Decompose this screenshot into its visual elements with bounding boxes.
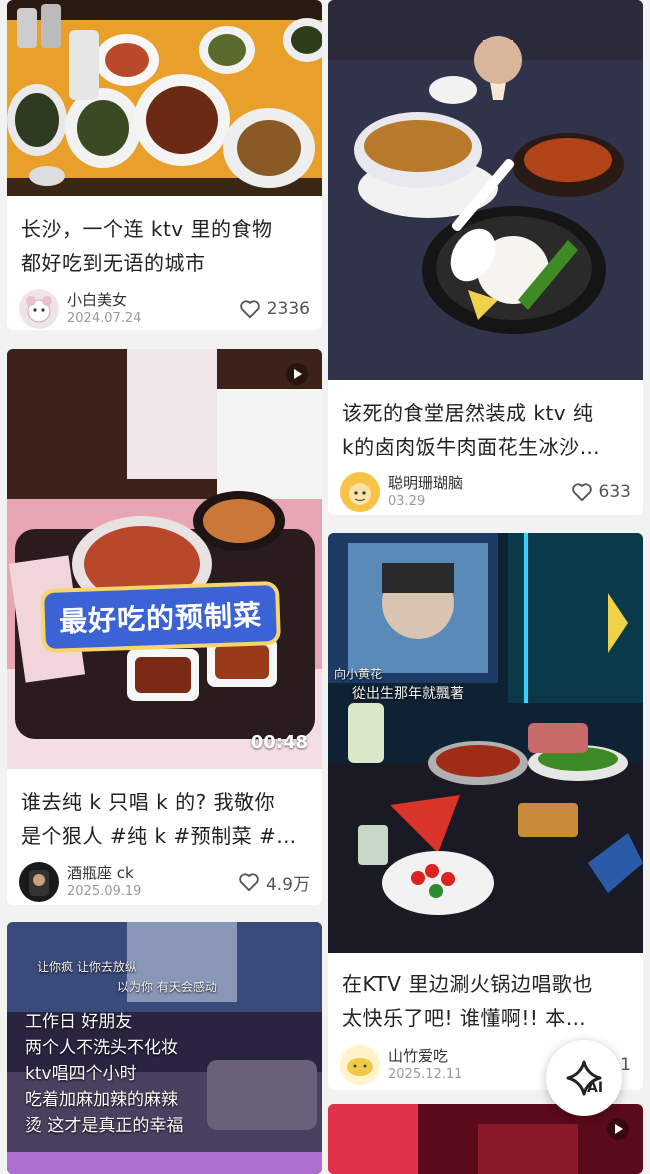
note-title-line: 长沙，一个连 ktv 里的食物 <box>21 217 273 241</box>
cover-image[interactable]: 最好吃的预制菜 00:48 <box>7 349 322 769</box>
note-card[interactable] <box>328 1104 643 1174</box>
lyric-text: 向小黄花 <box>334 667 383 681</box>
play-icon <box>607 1118 629 1140</box>
cover-caption-line: 工作日 好朋友 <box>25 1012 133 1032</box>
lyric-text: 让你疯 让你去放纵 <box>37 960 137 974</box>
cover-caption-line: ktv唱四个小时 <box>25 1064 137 1084</box>
note-card[interactable]: 從出生那年就飄著 向小黄花 在KTV 里边涮火锅边唱歌也 太快乐了吧! 谁懂啊!… <box>328 533 643 1090</box>
like-count: 2336 <box>266 299 310 319</box>
note-title[interactable]: 长沙，一个连 ktv 里的食物 都好吃到无语的城市 <box>21 212 310 280</box>
note-card[interactable]: 让你疯 让你去放纵 以为你 有天会感动 工作日 好朋友 两个人不洗头不化妆 kt… <box>7 922 322 1174</box>
note-meta: 酒瓶座 ck 2025.09.19 4.9万 <box>19 862 310 902</box>
post-date: 2024.07.24 <box>67 311 142 326</box>
avatar[interactable] <box>19 862 59 902</box>
author-name[interactable]: 山竹爱吃 <box>388 1045 448 1066</box>
note-title[interactable]: 该死的食堂居然装成 ktv 纯 k的卤肉饭牛肉面花生冰沙… <box>342 396 631 464</box>
play-icon <box>286 363 308 385</box>
avatar[interactable] <box>340 1045 380 1085</box>
lyric-text: 從出生那年就飄著 <box>352 686 464 702</box>
cover-caption-line: 烫 这才是真正的幸福 <box>25 1116 184 1136</box>
cover-image[interactable] <box>7 0 322 196</box>
food-tray-photo <box>7 349 322 769</box>
ktv-photo <box>328 1104 643 1174</box>
note-title[interactable]: 谁去纯 k 只唱 k 的? 我敬你 是个狠人 #纯 k #预制菜 #… <box>21 785 310 853</box>
video-duration: 00:48 <box>250 732 308 753</box>
post-date: 2025.12.11 <box>388 1067 463 1082</box>
like-count: 633 <box>598 482 631 502</box>
note-title-line: 太快乐了吧! 谁懂啊!! 本… <box>342 1006 587 1030</box>
ktv-hotpot-photo <box>328 533 643 953</box>
note-title-line: 谁去纯 k 只唱 k 的? 我敬你 <box>21 790 276 814</box>
note-card[interactable]: 该死的食堂居然装成 ktv 纯 k的卤肉饭牛肉面花生冰沙… 聪明珊瑚脑 03.2… <box>328 0 643 515</box>
ai-assistant-button[interactable]: AI <box>546 1040 622 1116</box>
note-title-line: 在KTV 里边涮火锅边唱歌也 <box>342 972 593 996</box>
heart-icon <box>571 483 592 502</box>
cover-image[interactable]: 從出生那年就飄著 向小黄花 <box>328 533 643 953</box>
like-count: 1 <box>620 1055 631 1075</box>
ktv-meal-photo <box>328 0 643 380</box>
note-title-line: 都好吃到无语的城市 <box>21 251 206 275</box>
note-meta: 小白美女 2024.07.24 2336 <box>19 289 310 329</box>
post-date: 2025.09.19 <box>67 884 142 899</box>
lyric-text: 以为你 有天会感动 <box>117 980 217 994</box>
heart-icon <box>239 300 260 319</box>
note-card[interactable]: 长沙，一个连 ktv 里的食物 都好吃到无语的城市 小白美女 2024.07.2… <box>7 0 322 330</box>
cover-image[interactable] <box>328 0 643 380</box>
author-name[interactable]: 小白美女 <box>67 289 127 310</box>
like-button[interactable]: 633 <box>571 480 631 504</box>
avatar[interactable] <box>19 289 59 329</box>
like-button[interactable]: 2336 <box>239 297 310 321</box>
heart-icon <box>239 873 259 892</box>
note-title-line: 是个狠人 #纯 k #预制菜 #… <box>21 824 297 848</box>
cover-image[interactable] <box>328 1104 643 1174</box>
like-button[interactable]: 4.9万 <box>238 870 310 895</box>
author-name[interactable]: 聪明珊瑚脑 <box>388 472 463 493</box>
food-table-photo <box>7 0 322 196</box>
ai-label: AI <box>587 1080 604 1096</box>
author-name[interactable]: 酒瓶座 ck <box>67 862 134 883</box>
note-title-line: k的卤肉饭牛肉面花生冰沙… <box>342 435 601 459</box>
note-title[interactable]: 在KTV 里边涮火锅边唱歌也 太快乐了吧! 谁懂啊!! 本… <box>342 967 631 1035</box>
cover-caption-line: 两个人不洗头不化妆 <box>25 1038 178 1058</box>
avatar[interactable] <box>340 472 380 512</box>
like-count: 4.9万 <box>265 874 310 895</box>
note-meta: 聪明珊瑚脑 03.29 633 <box>340 472 631 512</box>
cover-overlay-text: 最好吃的预制菜 <box>44 584 277 650</box>
post-date: 03.29 <box>388 494 426 509</box>
cover-image[interactable]: 让你疯 让你去放纵 以为你 有天会感动 工作日 好朋友 两个人不洗头不化妆 kt… <box>7 922 322 1174</box>
cover-caption-line: 吃着加麻加辣的麻辣 <box>25 1090 178 1110</box>
note-title-line: 该死的食堂居然装成 ktv 纯 <box>342 401 594 425</box>
note-card[interactable]: 最好吃的预制菜 00:48 谁去纯 k 只唱 k 的? 我敬你 是个狠人 #纯 … <box>7 349 322 905</box>
